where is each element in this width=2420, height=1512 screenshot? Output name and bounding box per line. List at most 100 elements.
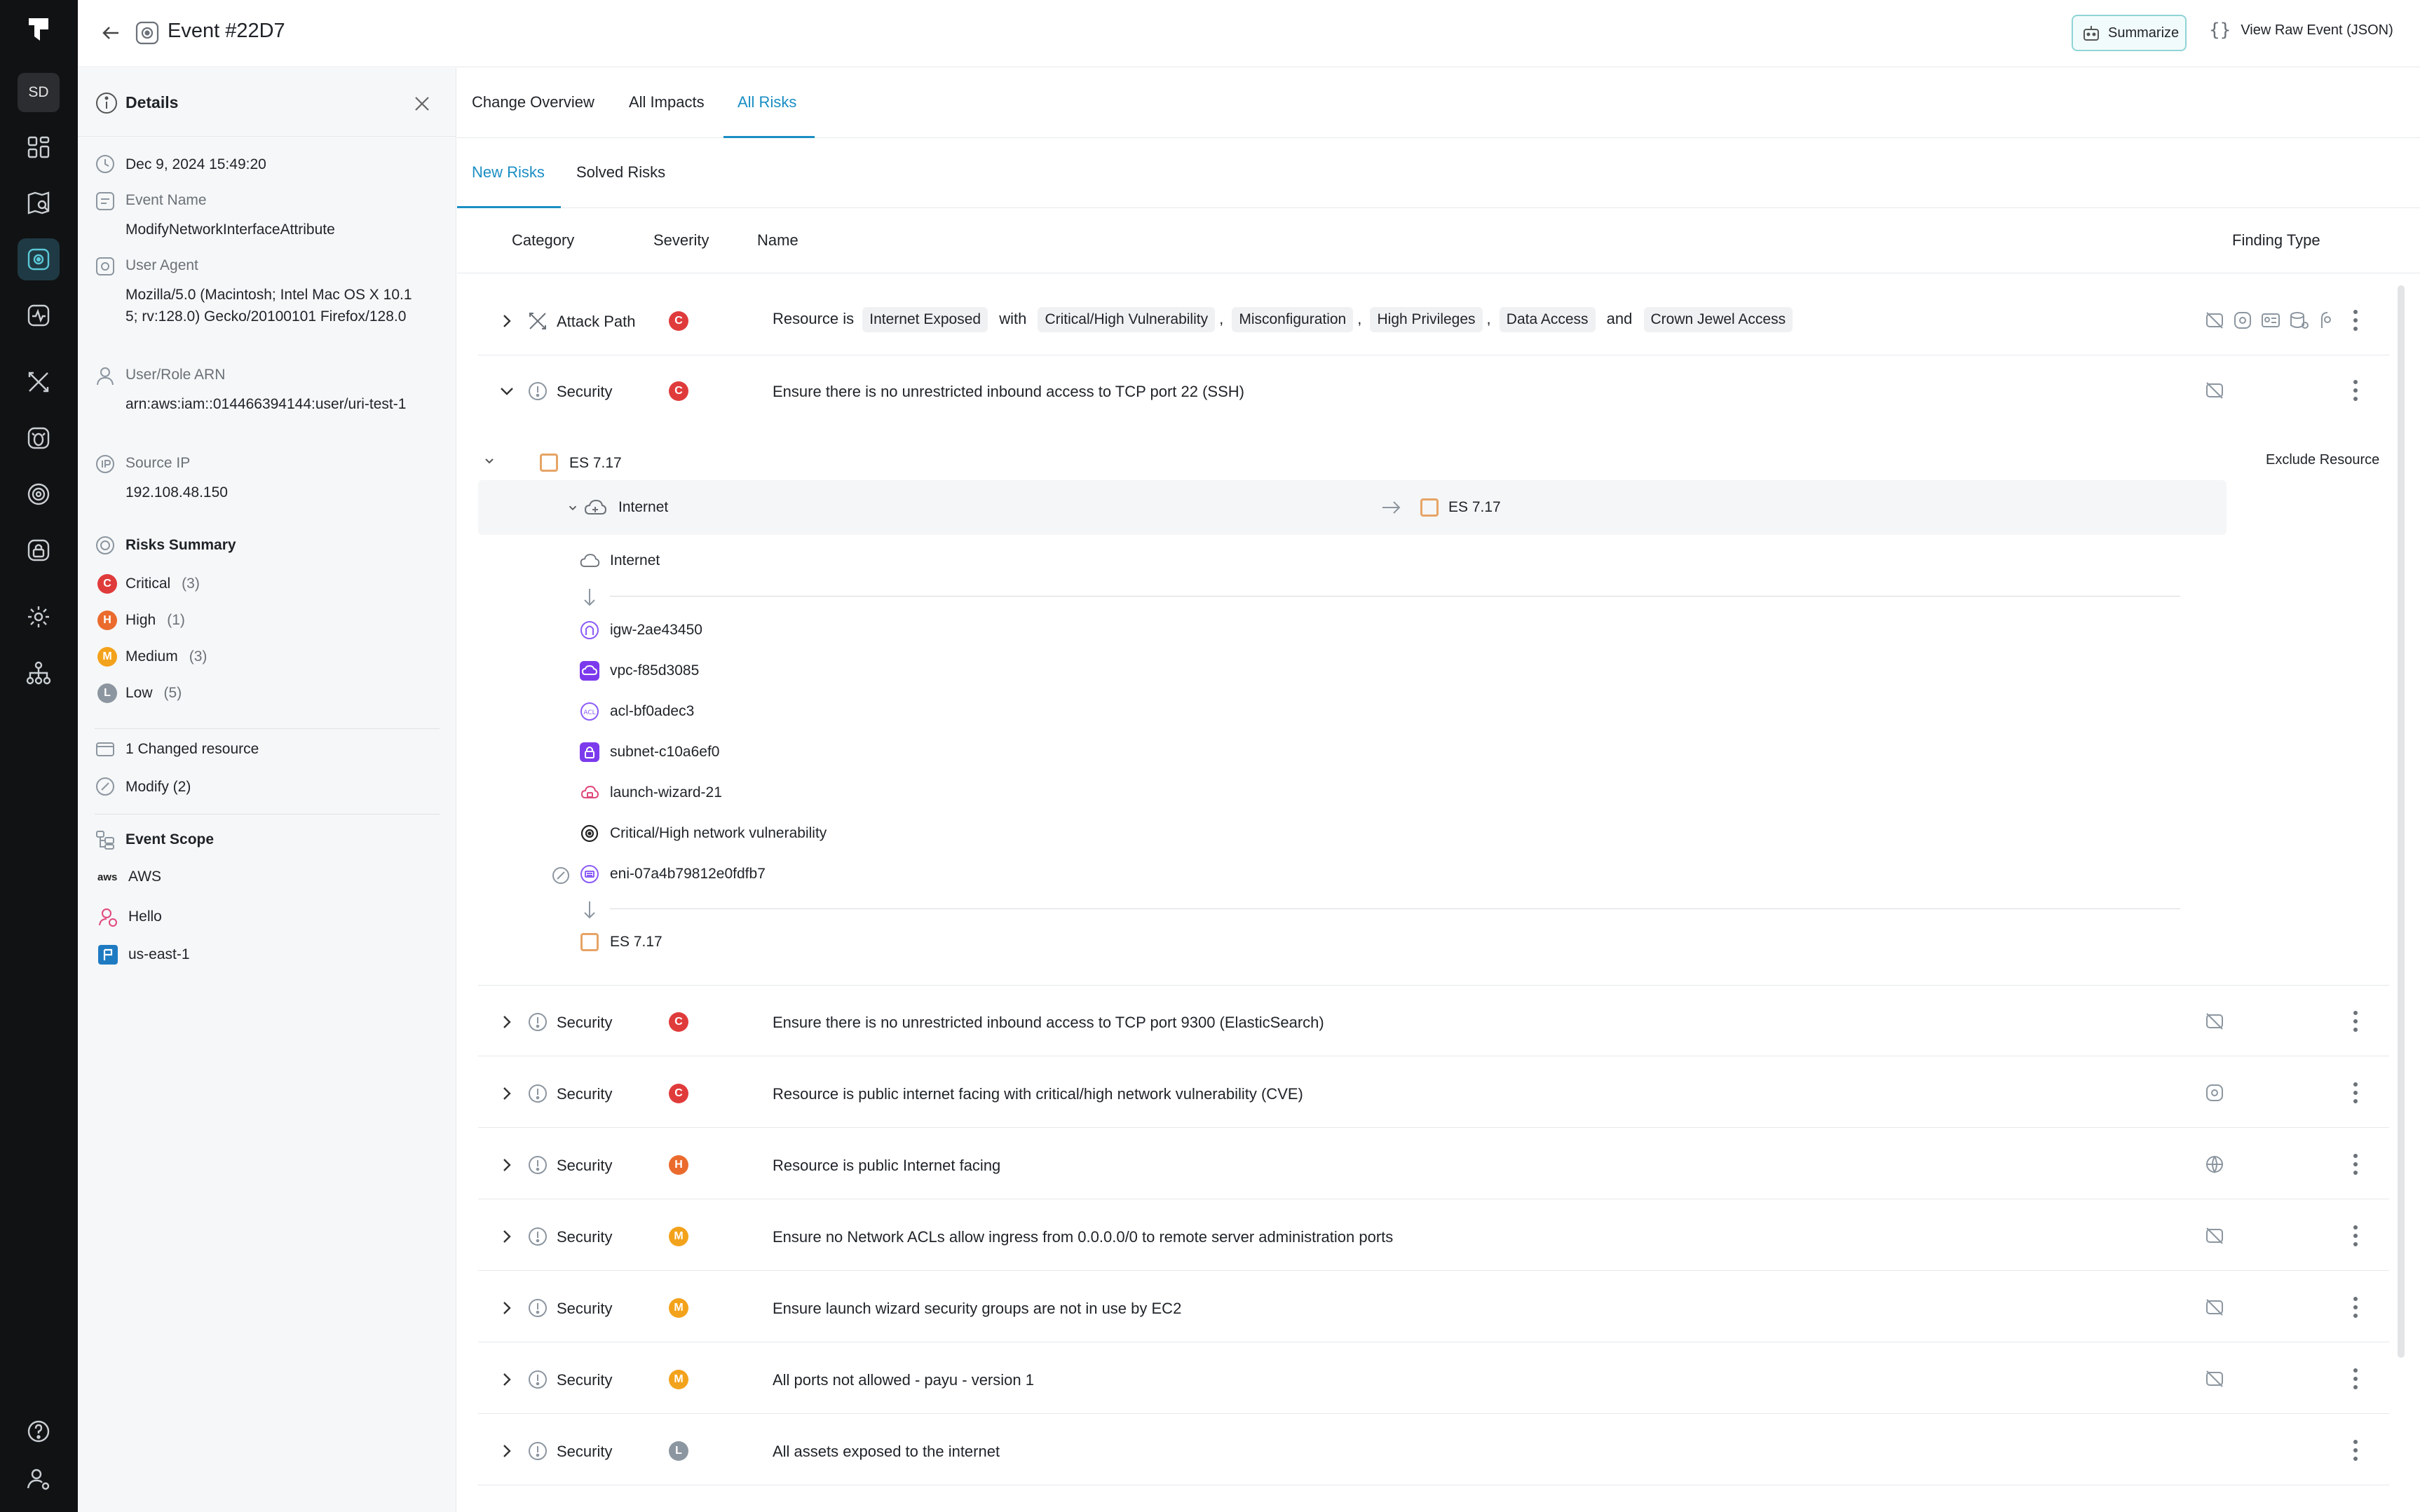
chevron-right-icon[interactable] xyxy=(498,1370,516,1389)
kebab-menu-icon[interactable] xyxy=(2351,1009,2360,1033)
path-node[interactable]: ES 7.17 xyxy=(579,932,662,953)
user-avatar[interactable]: SD xyxy=(18,73,60,112)
col-finding-type[interactable]: Finding Type xyxy=(2232,231,2320,250)
severity-badge: H xyxy=(669,1155,688,1175)
table-row[interactable]: Security M Ensure no Network ACLs allow … xyxy=(478,1201,2389,1271)
modify-icon xyxy=(552,867,569,884)
kebab-menu-icon[interactable] xyxy=(2351,1081,2360,1105)
chip-crown-jewel: Crown Jewel Access xyxy=(1643,307,1793,332)
path-node[interactable]: launch-wizard-21 xyxy=(579,782,722,803)
nav-settings-icon[interactable] xyxy=(18,596,60,638)
path-separator xyxy=(610,908,2180,909)
chevron-right-icon[interactable] xyxy=(498,1013,516,1031)
nav-activity-icon[interactable] xyxy=(18,294,60,336)
summarize-button[interactable]: Summarize xyxy=(2072,15,2187,51)
row-category: Security xyxy=(557,383,613,400)
kebab-menu-icon[interactable] xyxy=(2351,379,2360,402)
chevron-down-icon[interactable] xyxy=(498,382,516,400)
col-category[interactable]: Category xyxy=(512,231,574,250)
kebab-menu-icon[interactable] xyxy=(2351,1367,2360,1391)
table-row[interactable]: Security C Resource is public internet f… xyxy=(478,1058,2389,1128)
view-raw-button[interactable]: {} View Raw Event (JSON) xyxy=(2209,20,2393,41)
scope-region[interactable]: us-east-1 xyxy=(97,944,190,965)
path-separator xyxy=(610,596,2180,597)
nav-dashboard-icon[interactable] xyxy=(18,126,60,168)
finding-type-icons xyxy=(2204,1225,2225,1246)
path-node[interactable]: Critical/High network vulnerability xyxy=(579,823,827,844)
col-name[interactable]: Name xyxy=(757,231,798,250)
nav-bug-icon[interactable] xyxy=(18,417,60,459)
scope-aws-label: AWS xyxy=(128,869,162,885)
risks-summary-label: Risks Summary xyxy=(125,537,236,553)
kebab-menu-icon[interactable] xyxy=(2351,1438,2360,1462)
risk-low[interactable]: L Low (5) xyxy=(97,683,182,703)
table-row[interactable]: Security L All assets exposed to the int… xyxy=(478,1415,2389,1485)
path-node[interactable]: Internet xyxy=(579,550,660,571)
nav-org-icon[interactable] xyxy=(18,652,60,694)
path-node[interactable]: subnet-c10a6ef0 xyxy=(579,742,719,763)
user-settings-icon[interactable] xyxy=(18,1458,60,1500)
path-node[interactable]: eni-07a4b79812e0fdfb7 xyxy=(579,864,766,885)
tab-solved-risks[interactable]: Solved Risks xyxy=(576,163,665,182)
tab-all-impacts[interactable]: All Impacts xyxy=(629,93,705,111)
scope-aws[interactable]: aws AWS xyxy=(97,869,161,885)
risk-medium[interactable]: M Medium (3) xyxy=(97,647,207,667)
help-icon[interactable] xyxy=(18,1410,60,1452)
chevron-down-small-icon[interactable] xyxy=(566,501,579,514)
path-node[interactable]: igw-2ae43450 xyxy=(579,620,702,641)
scope-account[interactable]: Hello xyxy=(97,906,162,927)
chevron-right-icon[interactable] xyxy=(498,1299,516,1317)
col-severity[interactable]: Severity xyxy=(653,231,709,250)
vpc-icon xyxy=(580,661,599,681)
tab-all-risks[interactable]: All Risks xyxy=(737,93,796,111)
kebab-menu-icon[interactable] xyxy=(2351,1295,2360,1319)
table-row[interactable]: Security M Ensure launch wizard security… xyxy=(478,1272,2389,1342)
risk-critical[interactable]: C Critical (3) xyxy=(97,574,200,594)
warning-circle-icon xyxy=(529,1013,547,1031)
modify-label[interactable]: Modify (2) xyxy=(125,776,420,798)
table-row[interactable]: Security C Ensure there is no unrestrict… xyxy=(478,986,2389,1056)
user-agent-icon xyxy=(96,257,114,275)
chip-critical-vuln: Critical/High Vulnerability xyxy=(1038,307,1216,332)
close-icon[interactable] xyxy=(412,93,433,114)
chevron-right-icon[interactable] xyxy=(498,1227,516,1246)
account-icon xyxy=(99,908,117,927)
path-node[interactable]: vpc-f85d3085 xyxy=(579,660,699,681)
table-row[interactable]: Security C Ensure there is no unrestrict… xyxy=(478,355,2389,425)
tab-new-risks[interactable]: New Risks xyxy=(472,163,545,182)
nav-map-search-icon[interactable] xyxy=(18,182,60,224)
nav-events-icon[interactable] xyxy=(18,238,60,280)
attack-path-icon xyxy=(529,313,546,329)
app-logo-icon[interactable] xyxy=(26,15,51,43)
back-arrow-icon[interactable] xyxy=(99,21,123,45)
kebab-menu-icon[interactable] xyxy=(2351,308,2360,332)
chevron-right-icon[interactable] xyxy=(498,1084,516,1103)
nav-attack-path-icon[interactable] xyxy=(18,361,60,403)
chevron-right-icon[interactable] xyxy=(498,1442,516,1460)
nav-lock-icon[interactable] xyxy=(18,529,60,571)
row-name: Ensure no Network ACLs allow ingress fro… xyxy=(773,1228,1394,1246)
table-row[interactable]: Security H Resource is public Internet f… xyxy=(478,1129,2389,1199)
severity-badge: C xyxy=(669,1012,688,1032)
scrollbar[interactable] xyxy=(2398,285,2405,1358)
risk-high[interactable]: H High (1) xyxy=(97,611,185,630)
path-header[interactable]: Internet ES 7.17 xyxy=(478,480,2227,535)
tab-change-overview[interactable]: Change Overview xyxy=(472,93,594,111)
table-row[interactable]: Security M All ports not allowed - payu … xyxy=(478,1344,2389,1414)
exclude-resource-button[interactable]: Exclude Resource xyxy=(2266,452,2379,468)
table-row[interactable]: Attack Path C Resource is Internet Expos… xyxy=(478,285,2389,355)
risk-high-count: (1) xyxy=(167,612,185,628)
chevron-down-small-icon[interactable] xyxy=(482,454,496,468)
chevron-right-icon[interactable] xyxy=(498,312,516,330)
node-label: launch-wizard-21 xyxy=(610,784,722,801)
kebab-menu-icon[interactable] xyxy=(2351,1152,2360,1176)
event-scope-label: Event Scope xyxy=(125,831,215,847)
changed-resource-label: 1 Changed resource xyxy=(125,741,259,757)
row-name: Ensure there is no unrestricted inbound … xyxy=(773,383,1244,400)
path-node[interactable]: ACL acl-bf0adec3 xyxy=(579,701,694,722)
nav-target-icon[interactable] xyxy=(18,473,60,515)
chevron-right-icon[interactable] xyxy=(498,1156,516,1174)
kebab-menu-icon[interactable] xyxy=(2351,1224,2360,1248)
event-timestamp: Dec 9, 2024 15:49:20 xyxy=(125,156,266,172)
finding-exposure-icon xyxy=(2206,1227,2223,1244)
